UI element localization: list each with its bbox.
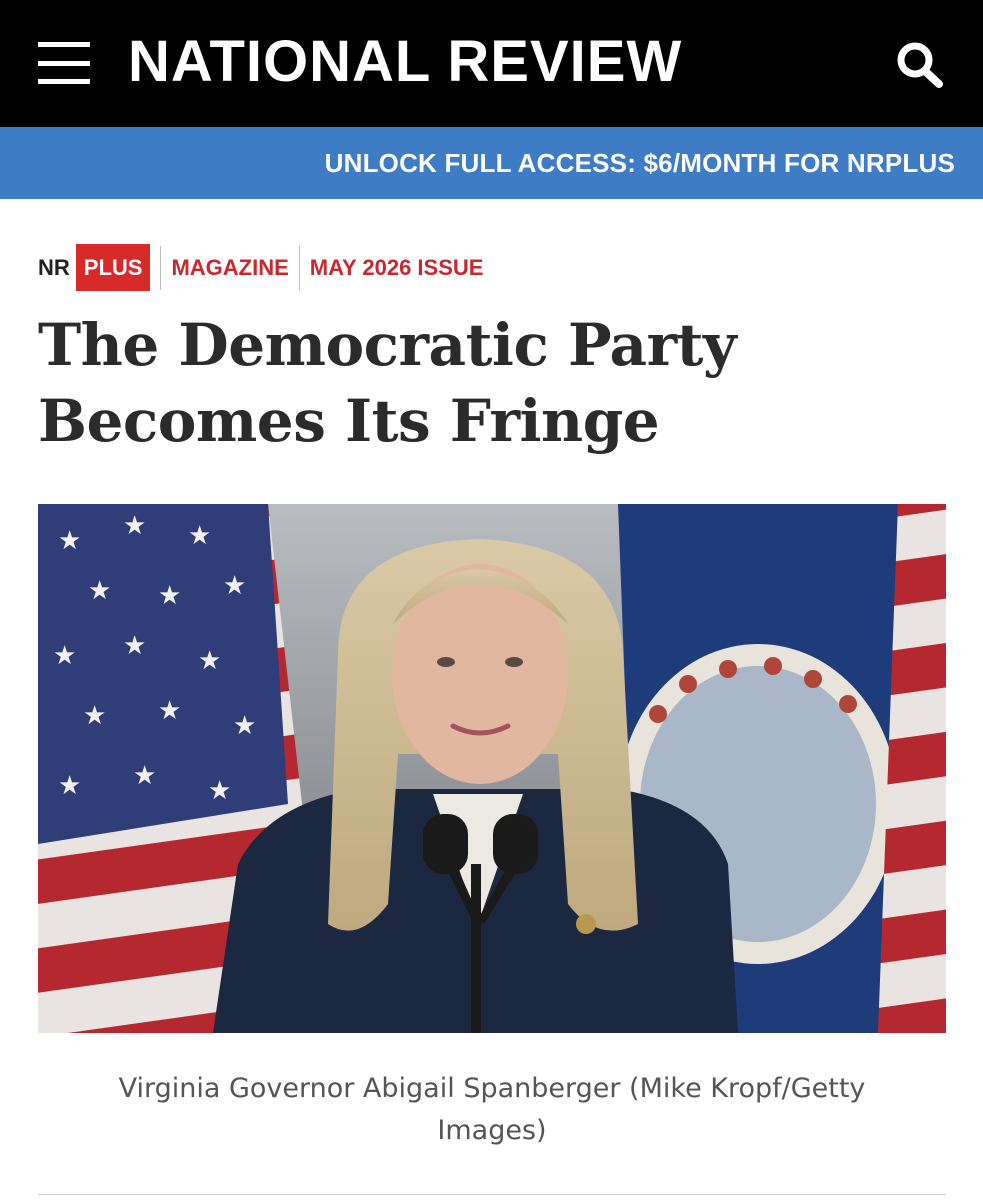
section-link[interactable]: MAGAZINE: [171, 255, 288, 281]
article-photo: ★ ★ ★ ★ ★ ★ ★ ★ ★ ★ ★ ★ ★ ★ ★: [38, 504, 946, 1033]
headline-line-2: Becomes Its Fringe: [38, 387, 660, 455]
promo-text: UNLOCK FULL ACCESS: $6/MONTH FOR NRPLUS: [324, 147, 955, 178]
meta-divider: [160, 245, 162, 290]
svg-text:★: ★: [223, 571, 246, 601]
meta-divider: [298, 245, 300, 290]
menu-bar: [38, 60, 90, 66]
photo-illustration: ★ ★ ★ ★ ★ ★ ★ ★ ★ ★ ★ ★ ★ ★ ★: [38, 504, 946, 1033]
menu-bar: [38, 42, 90, 47]
svg-text:★: ★: [58, 771, 81, 801]
nrplus-promo-banner[interactable]: UNLOCK FULL ACCESS: $6/MONTH FOR NRPLUS: [0, 127, 983, 199]
plus-badge: PLUS: [75, 244, 151, 291]
nr-badge-label: NR: [38, 254, 70, 280]
svg-text:★: ★: [123, 511, 146, 541]
svg-text:★: ★: [83, 701, 106, 731]
headline-line-1: The Democratic Party: [38, 311, 737, 379]
svg-text:★: ★: [208, 776, 231, 806]
svg-text:★: ★: [158, 696, 181, 726]
svg-text:★: ★: [198, 646, 221, 676]
svg-text:★: ★: [53, 641, 76, 671]
svg-text:★: ★: [158, 581, 181, 611]
article-meta: NR PLUS MAGAZINE MAY 2026 ISSUE: [38, 244, 483, 291]
article-headline: The Democratic Party Becomes Its Fringe: [38, 307, 938, 459]
svg-text:★: ★: [188, 521, 211, 551]
svg-text:★: ★: [88, 576, 111, 606]
svg-text:★: ★: [233, 711, 256, 741]
hamburger-menu-icon[interactable]: [38, 42, 90, 84]
search-icon[interactable]: [893, 40, 945, 88]
caption-line-2: Images): [437, 1115, 547, 1146]
svg-text:★: ★: [133, 761, 156, 791]
menu-bar: [38, 79, 90, 84]
site-header: NATIONAL REVIEW: [0, 0, 983, 127]
svg-text:★: ★: [58, 526, 81, 556]
photo-caption: Virginia Governor Abigail Spanberger (Mi…: [60, 1068, 924, 1152]
divider-rule: [38, 1194, 946, 1195]
site-logo[interactable]: NATIONAL REVIEW: [128, 30, 682, 94]
caption-line-1: Virginia Governor Abigail Spanberger (Mi…: [118, 1073, 866, 1104]
svg-text:★: ★: [123, 631, 146, 661]
issue-link[interactable]: MAY 2026 ISSUE: [310, 255, 484, 281]
